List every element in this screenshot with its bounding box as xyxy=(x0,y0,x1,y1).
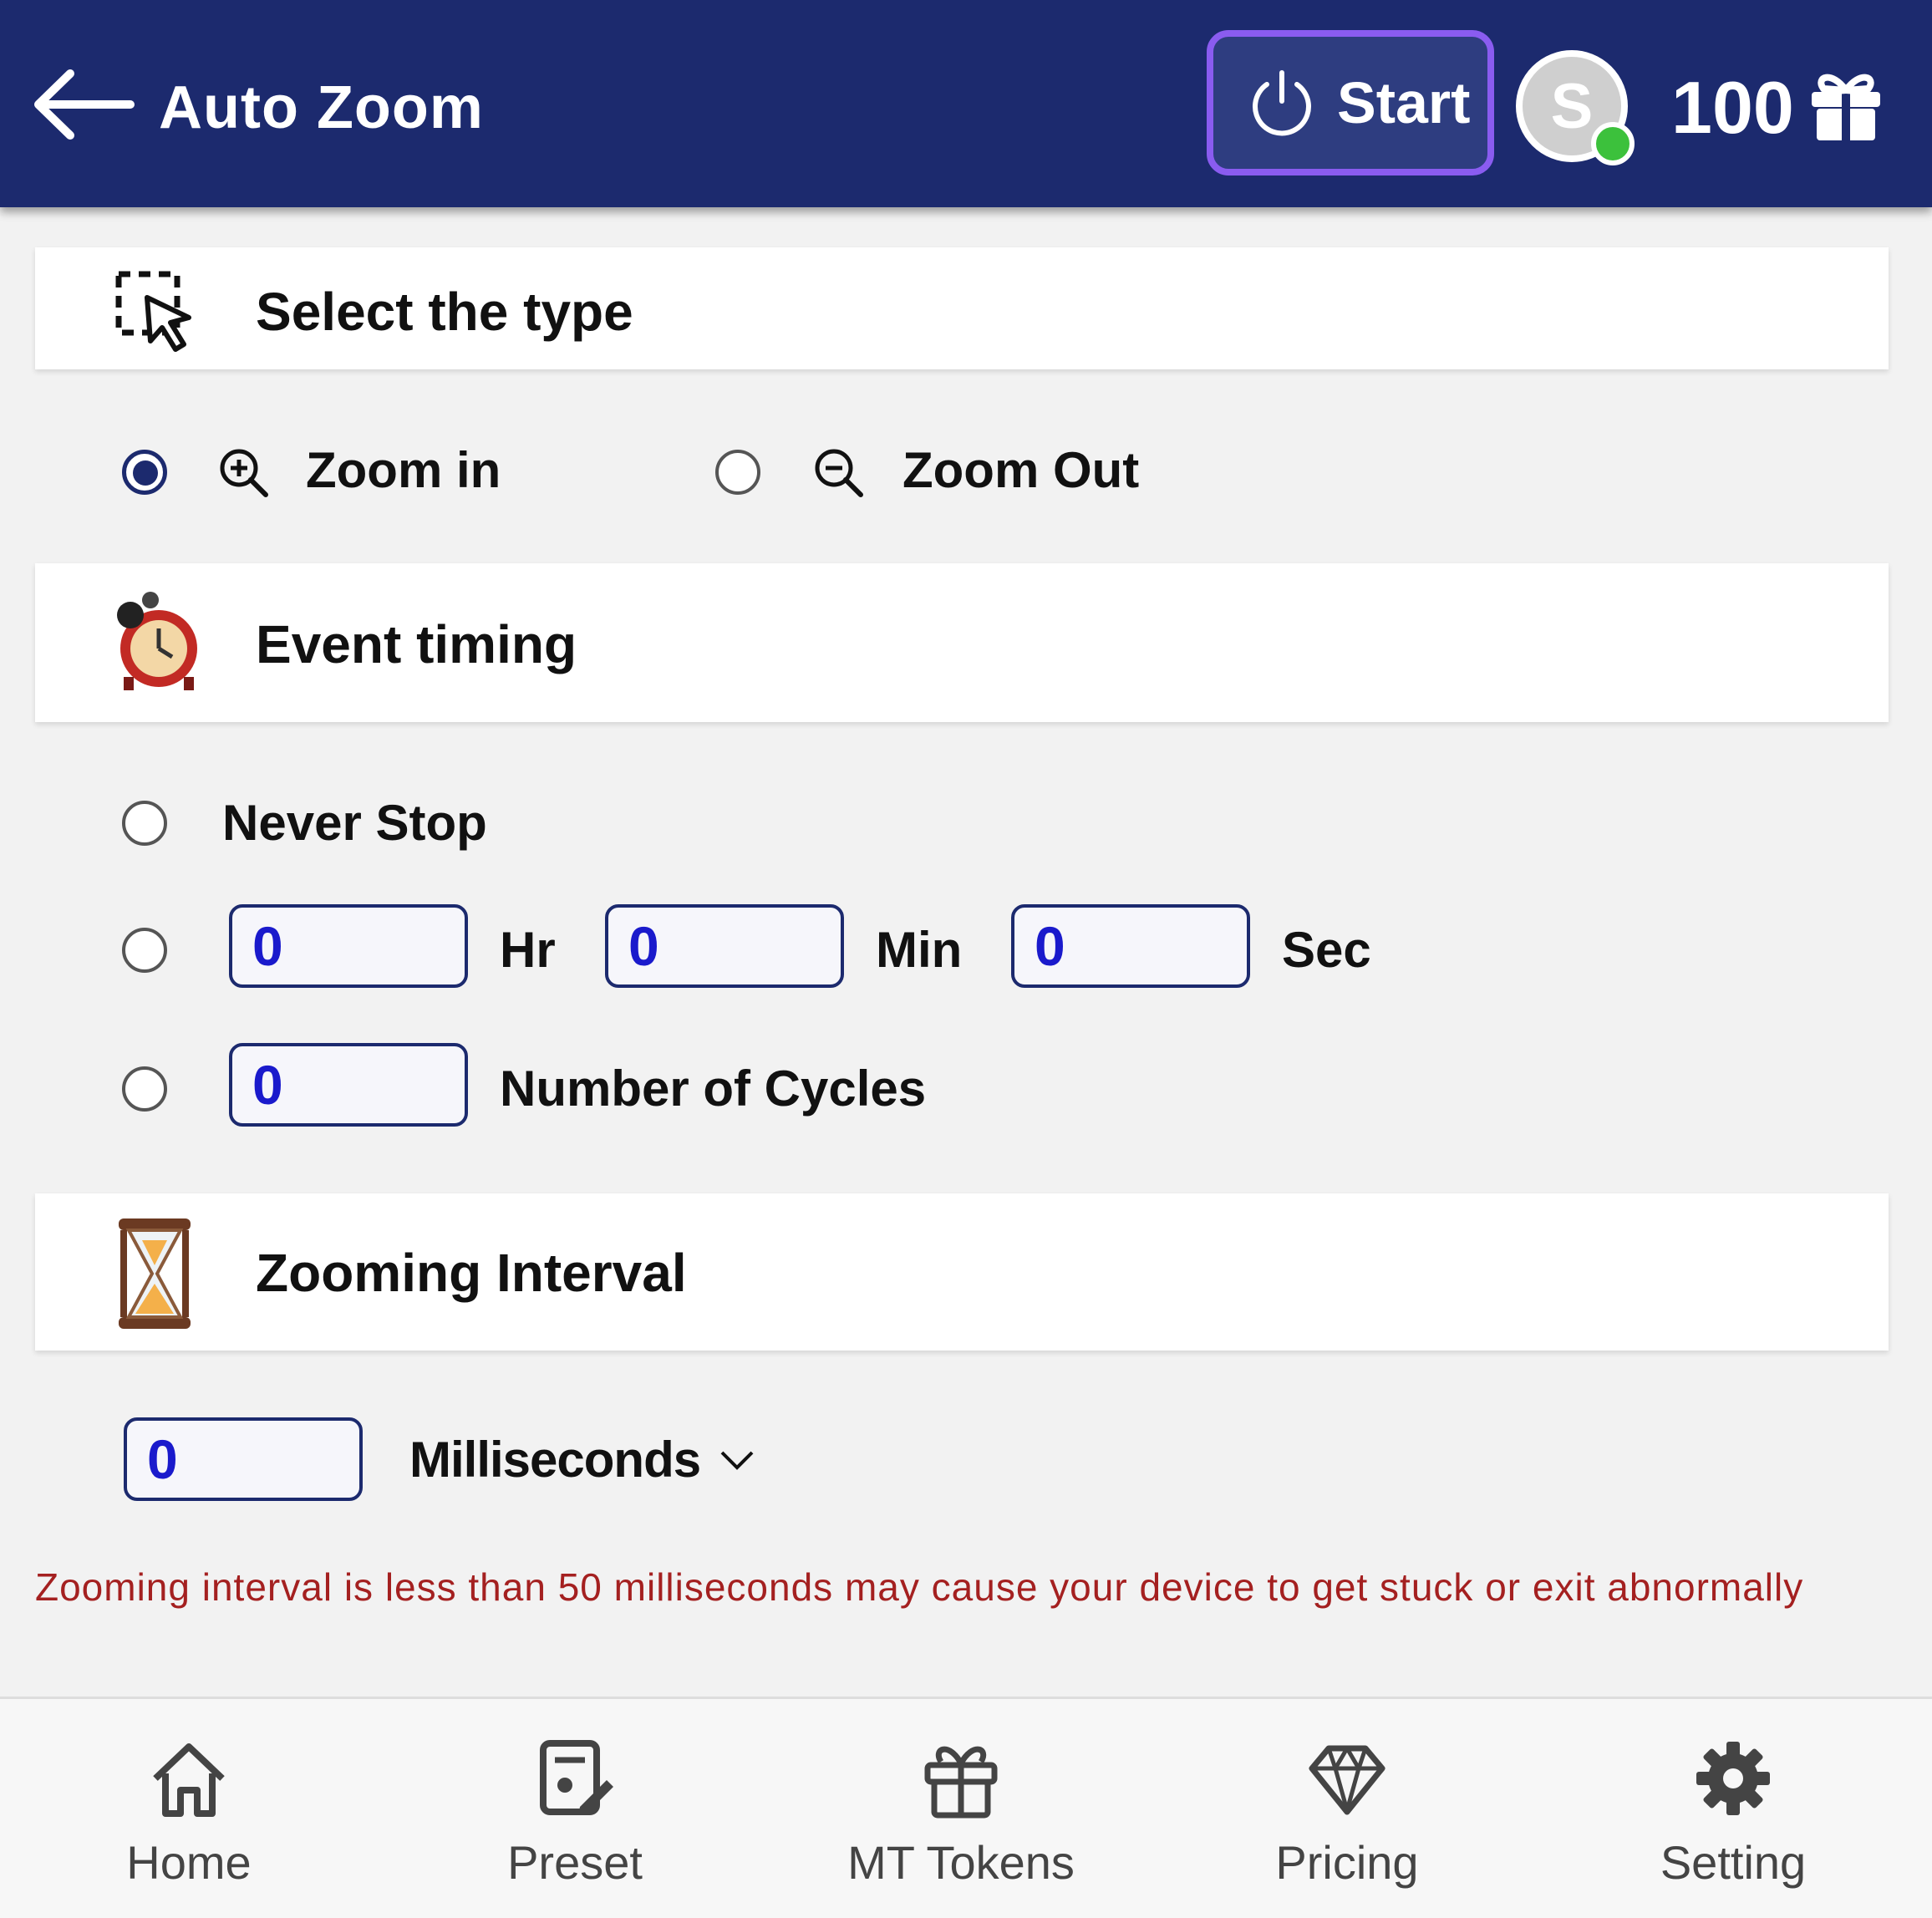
nav-preset-label: Preset xyxy=(507,1836,643,1889)
duration-radio[interactable] xyxy=(122,928,167,973)
minutes-input[interactable] xyxy=(605,904,844,988)
alarm-clock-icon xyxy=(117,592,197,690)
hourglass-icon xyxy=(119,1218,191,1329)
never-stop-radio[interactable] xyxy=(122,801,167,846)
select-type-title: Select the type xyxy=(256,282,633,342)
zoom-in-radio[interactable] xyxy=(122,450,167,495)
nav-setting[interactable]: Setting xyxy=(1608,1730,1858,1897)
gift-icon[interactable] xyxy=(1807,65,1885,144)
nav-mt-tokens[interactable]: MT Tokens xyxy=(836,1730,1086,1897)
start-label: Start xyxy=(1337,70,1471,135)
nav-home-label: Home xyxy=(126,1836,252,1889)
nav-pricing-label: Pricing xyxy=(1275,1836,1419,1889)
page-title: Auto Zoom xyxy=(159,74,484,141)
interval-input[interactable] xyxy=(124,1417,363,1501)
interval-warning: Zooming interval is less than 50 millise… xyxy=(35,1565,1804,1609)
hours-label: Hr xyxy=(500,922,556,978)
zoom-in-icon xyxy=(220,449,268,497)
nav-setting-label: Setting xyxy=(1660,1836,1807,1889)
never-stop-label: Never Stop xyxy=(222,795,487,851)
back-arrow-icon[interactable] xyxy=(30,67,139,142)
interval-unit-label: Milliseconds xyxy=(409,1432,701,1488)
zoom-out-radio[interactable] xyxy=(715,450,760,495)
nav-preset[interactable]: Preset xyxy=(450,1730,700,1897)
zoom-out-icon xyxy=(815,449,863,497)
zooming-interval-title: Zooming Interval xyxy=(256,1243,687,1303)
event-timing-title: Event timing xyxy=(256,614,577,674)
nav-pricing[interactable]: Pricing xyxy=(1222,1730,1472,1897)
power-icon xyxy=(1253,70,1311,136)
cycles-input[interactable] xyxy=(229,1043,468,1127)
gear-icon xyxy=(1696,1742,1770,1815)
nav-home[interactable]: Home xyxy=(64,1730,314,1897)
nav-mt-tokens-label: MT Tokens xyxy=(847,1836,1075,1889)
seconds-input[interactable] xyxy=(1011,904,1250,988)
preset-icon xyxy=(540,1740,613,1815)
avatar-initial: S xyxy=(1550,70,1594,142)
cycles-label: Number of Cycles xyxy=(500,1061,927,1117)
gift-icon xyxy=(924,1746,998,1819)
start-button[interactable]: Start xyxy=(1207,30,1494,176)
diamond-icon xyxy=(1309,1745,1385,1815)
zoom-out-label: Zoom Out xyxy=(902,442,1140,498)
token-count[interactable]: 100 xyxy=(1671,65,1794,150)
seconds-label: Sec xyxy=(1282,922,1371,978)
online-status-dot xyxy=(1591,122,1635,165)
interval-unit-select[interactable]: Milliseconds xyxy=(409,1431,755,1488)
zoom-in-label: Zoom in xyxy=(306,442,501,498)
hours-input[interactable] xyxy=(229,904,468,988)
minutes-label: Min xyxy=(876,922,963,978)
cycles-radio[interactable] xyxy=(122,1066,167,1112)
chevron-down-icon xyxy=(720,1451,754,1470)
selection-cursor-icon xyxy=(115,271,191,352)
home-icon xyxy=(153,1743,225,1817)
